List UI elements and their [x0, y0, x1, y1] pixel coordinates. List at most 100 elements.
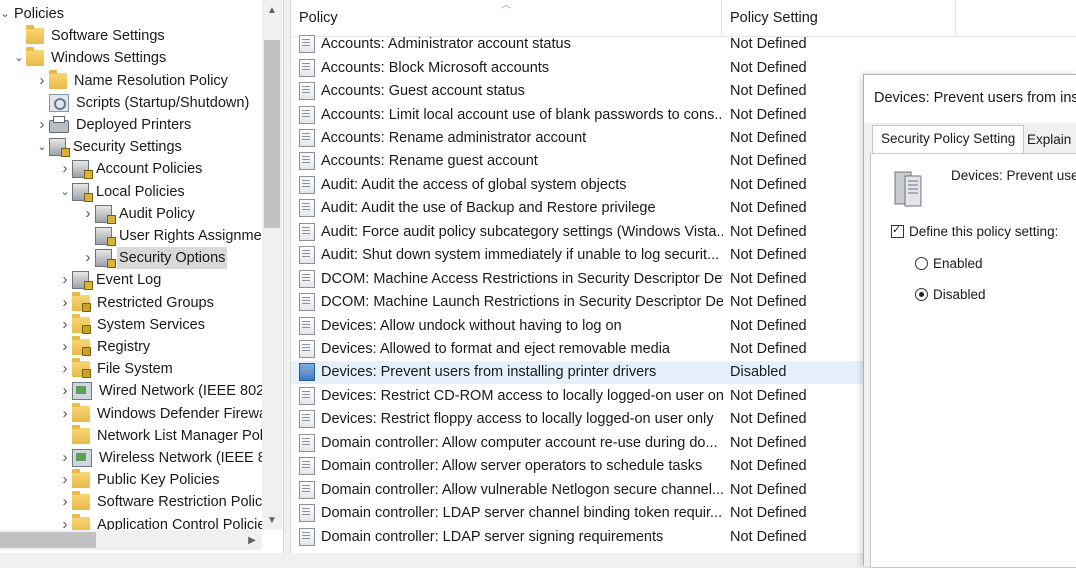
tree-item-label: Wired Network (IEEE 802.3) P: [99, 383, 284, 400]
policy-name: Devices: Prevent users from installing p…: [321, 364, 657, 381]
tree-item[interactable]: › Software Restriction Policies: [58, 491, 283, 513]
radio-enabled[interactable]: Enabled: [915, 256, 983, 271]
server-icon: [894, 171, 922, 207]
policy-name: Accounts: Administrator account status: [321, 36, 571, 53]
chevron-down-icon[interactable]: ⌄: [12, 47, 26, 69]
chevron-right-icon[interactable]: ›: [58, 380, 72, 402]
tree-item[interactable]: ⌄ Security Settings: [35, 136, 184, 158]
policy-row[interactable]: Accounts: Rename guest account Not Define…: [291, 150, 866, 173]
policy-row[interactable]: Devices: Prevent users from installing p…: [291, 360, 866, 385]
policy-row[interactable]: Domain controller: Allow server operator…: [291, 455, 866, 478]
policy-row[interactable]: DCOM: Machine Access Restrictions in Sec…: [291, 267, 866, 290]
radio-button-selected-icon[interactable]: [915, 288, 928, 301]
define-policy-label: Define this policy setting:: [909, 224, 1059, 239]
policy-icon: [299, 480, 315, 499]
tree-item[interactable]: ⌄ Windows Settings: [12, 47, 168, 69]
chevron-right-icon[interactable]: ›: [58, 158, 72, 180]
policy-row[interactable]: Accounts: Rename administrator account No…: [291, 126, 866, 149]
column-header-policy[interactable]: Policy: [291, 0, 720, 36]
radio-button-icon[interactable]: [915, 257, 928, 270]
chevron-right-icon[interactable]: ›: [58, 269, 72, 291]
policy-icon: [299, 199, 315, 218]
tree-item[interactable]: › Wired Network (IEEE 802.3) P: [58, 380, 284, 402]
tree-item[interactable]: › Wireless Network (IEEE 802.1: [58, 447, 283, 469]
tree-item[interactable]: › Event Log: [58, 269, 163, 291]
policy-row[interactable]: Devices: Restrict floppy access to local…: [291, 408, 866, 431]
tree-item[interactable]: ⌄ Local Policies: [58, 181, 187, 203]
scroll-right-arrow-icon[interactable]: ▶: [242, 530, 262, 550]
tree-item[interactable]: Software Settings: [12, 25, 167, 47]
checkbox-checked-icon[interactable]: [891, 223, 904, 238]
tree-item-label: System Services: [97, 316, 205, 333]
policy-row[interactable]: Domain controller: LDAP server channel b…: [291, 502, 866, 525]
tree-vertical-scrollbar[interactable]: ▲ ▼: [262, 0, 282, 530]
tree-item-label: Windows Settings: [51, 50, 167, 67]
policy-icon: [299, 269, 315, 288]
policy-row[interactable]: Devices: Allow undock without having to …: [291, 314, 866, 337]
tree-item[interactable]: › Restricted Groups: [58, 291, 216, 314]
tree-item-label: Windows Defender Firewall ‘: [97, 405, 281, 422]
policy-icon: [299, 128, 315, 147]
tree-horizontal-scroll-thumb[interactable]: [0, 532, 96, 548]
policy-name: Domain controller: LDAP server channel b…: [321, 505, 723, 522]
dialog-title-bar[interactable]: Devices: Prevent users from ins: [864, 75, 1076, 123]
tree-item[interactable]: Scripts (Startup/Shutdown): [35, 92, 251, 114]
tree-item[interactable]: ⌄ Policies: [0, 3, 66, 25]
tree-item[interactable]: › Windows Defender Firewall ‘: [58, 402, 283, 425]
chevron-right-icon[interactable]: ›: [35, 114, 49, 136]
chevron-right-icon[interactable]: ›: [58, 491, 72, 513]
tree-item[interactable]: › Account Policies: [58, 158, 204, 180]
policy-row[interactable]: Accounts: Limit local account use of bla…: [291, 103, 866, 126]
chevron-right-icon[interactable]: ›: [58, 292, 72, 314]
chevron-right-icon[interactable]: ›: [58, 358, 72, 380]
policy-row[interactable]: Domain controller: Allow vulnerable Netl…: [291, 478, 866, 501]
tree-item[interactable]: › Audit Policy: [81, 203, 197, 225]
policy-row[interactable]: Audit: Shut down system immediately if u…: [291, 244, 866, 267]
policy-icon: [299, 175, 315, 194]
chevron-down-icon[interactable]: ⌄: [58, 181, 72, 203]
chevron-right-icon[interactable]: ›: [58, 314, 72, 336]
chevron-right-icon[interactable]: ›: [81, 247, 95, 269]
chevron-right-icon[interactable]: ›: [35, 70, 49, 92]
tab-explain[interactable]: Explain: [1019, 127, 1076, 153]
tab-security-policy-setting[interactable]: Security Policy Setting: [872, 125, 1025, 154]
column-header-policy-setting[interactable]: Policy Setting: [722, 0, 955, 36]
tree-item[interactable]: User Rights Assignment: [81, 225, 276, 247]
chevron-right-icon[interactable]: ›: [58, 469, 72, 491]
scripts-icon: [49, 93, 69, 112]
tree-item[interactable]: › Deployed Printers: [35, 114, 193, 136]
tree-horizontal-scrollbar[interactable]: ▶: [0, 530, 262, 550]
chevron-right-icon[interactable]: ›: [58, 447, 72, 469]
policy-row[interactable]: Devices: Allowed to format and eject rem…: [291, 337, 866, 360]
policy-row[interactable]: Audit: Audit the use of Backup and Resto…: [291, 197, 866, 220]
define-policy-checkbox[interactable]: Define this policy setting:: [891, 223, 1059, 239]
policy-row[interactable]: Accounts: Administrator account status No…: [291, 33, 866, 56]
tree-item[interactable]: › Registry: [58, 336, 152, 358]
policy-setting-value: Not Defined: [730, 434, 807, 451]
chevron-down-icon[interactable]: ⌄: [35, 136, 49, 158]
policy-row[interactable]: Audit: Audit the access of global system…: [291, 173, 866, 196]
tree-item[interactable]: Network List Manager Polici: [58, 424, 279, 447]
policy-row[interactable]: Audit: Force audit policy subcategory se…: [291, 220, 866, 243]
tree-item[interactable]: › Public Key Policies: [58, 469, 222, 491]
radio-disabled[interactable]: Disabled: [915, 287, 986, 302]
tree-item[interactable]: › Name Resolution Policy: [35, 69, 230, 92]
tree-item[interactable]: › System Services: [58, 313, 207, 336]
policy-row[interactable]: Accounts: Block Microsoft accounts Not De…: [291, 56, 866, 79]
chevron-down-icon[interactable]: ⌄: [0, 3, 12, 25]
tree-item[interactable]: › Security Options: [81, 247, 228, 270]
policy-row[interactable]: Accounts: Guest account status Not Define…: [291, 79, 866, 102]
folder-icon: [72, 469, 90, 489]
scroll-down-arrow-icon[interactable]: ▼: [262, 510, 282, 530]
policy-row[interactable]: Domain controller: Allow computer accoun…: [291, 431, 866, 454]
chevron-right-icon[interactable]: ›: [58, 336, 72, 358]
scroll-up-arrow-icon[interactable]: ▲: [262, 0, 282, 20]
policy-row[interactable]: Devices: Restrict CD-ROM access to local…: [291, 384, 866, 407]
policy-row[interactable]: Domain controller: LDAP server signing r…: [291, 525, 866, 548]
policy-row[interactable]: DCOM: Machine Launch Restrictions in Sec…: [291, 290, 866, 313]
chevron-right-icon[interactable]: ›: [58, 403, 72, 425]
tree-item[interactable]: › File System: [58, 358, 175, 380]
chevron-right-icon[interactable]: ›: [81, 203, 95, 225]
tree-vertical-scroll-thumb[interactable]: [264, 40, 280, 228]
column-divider[interactable]: [955, 0, 956, 36]
